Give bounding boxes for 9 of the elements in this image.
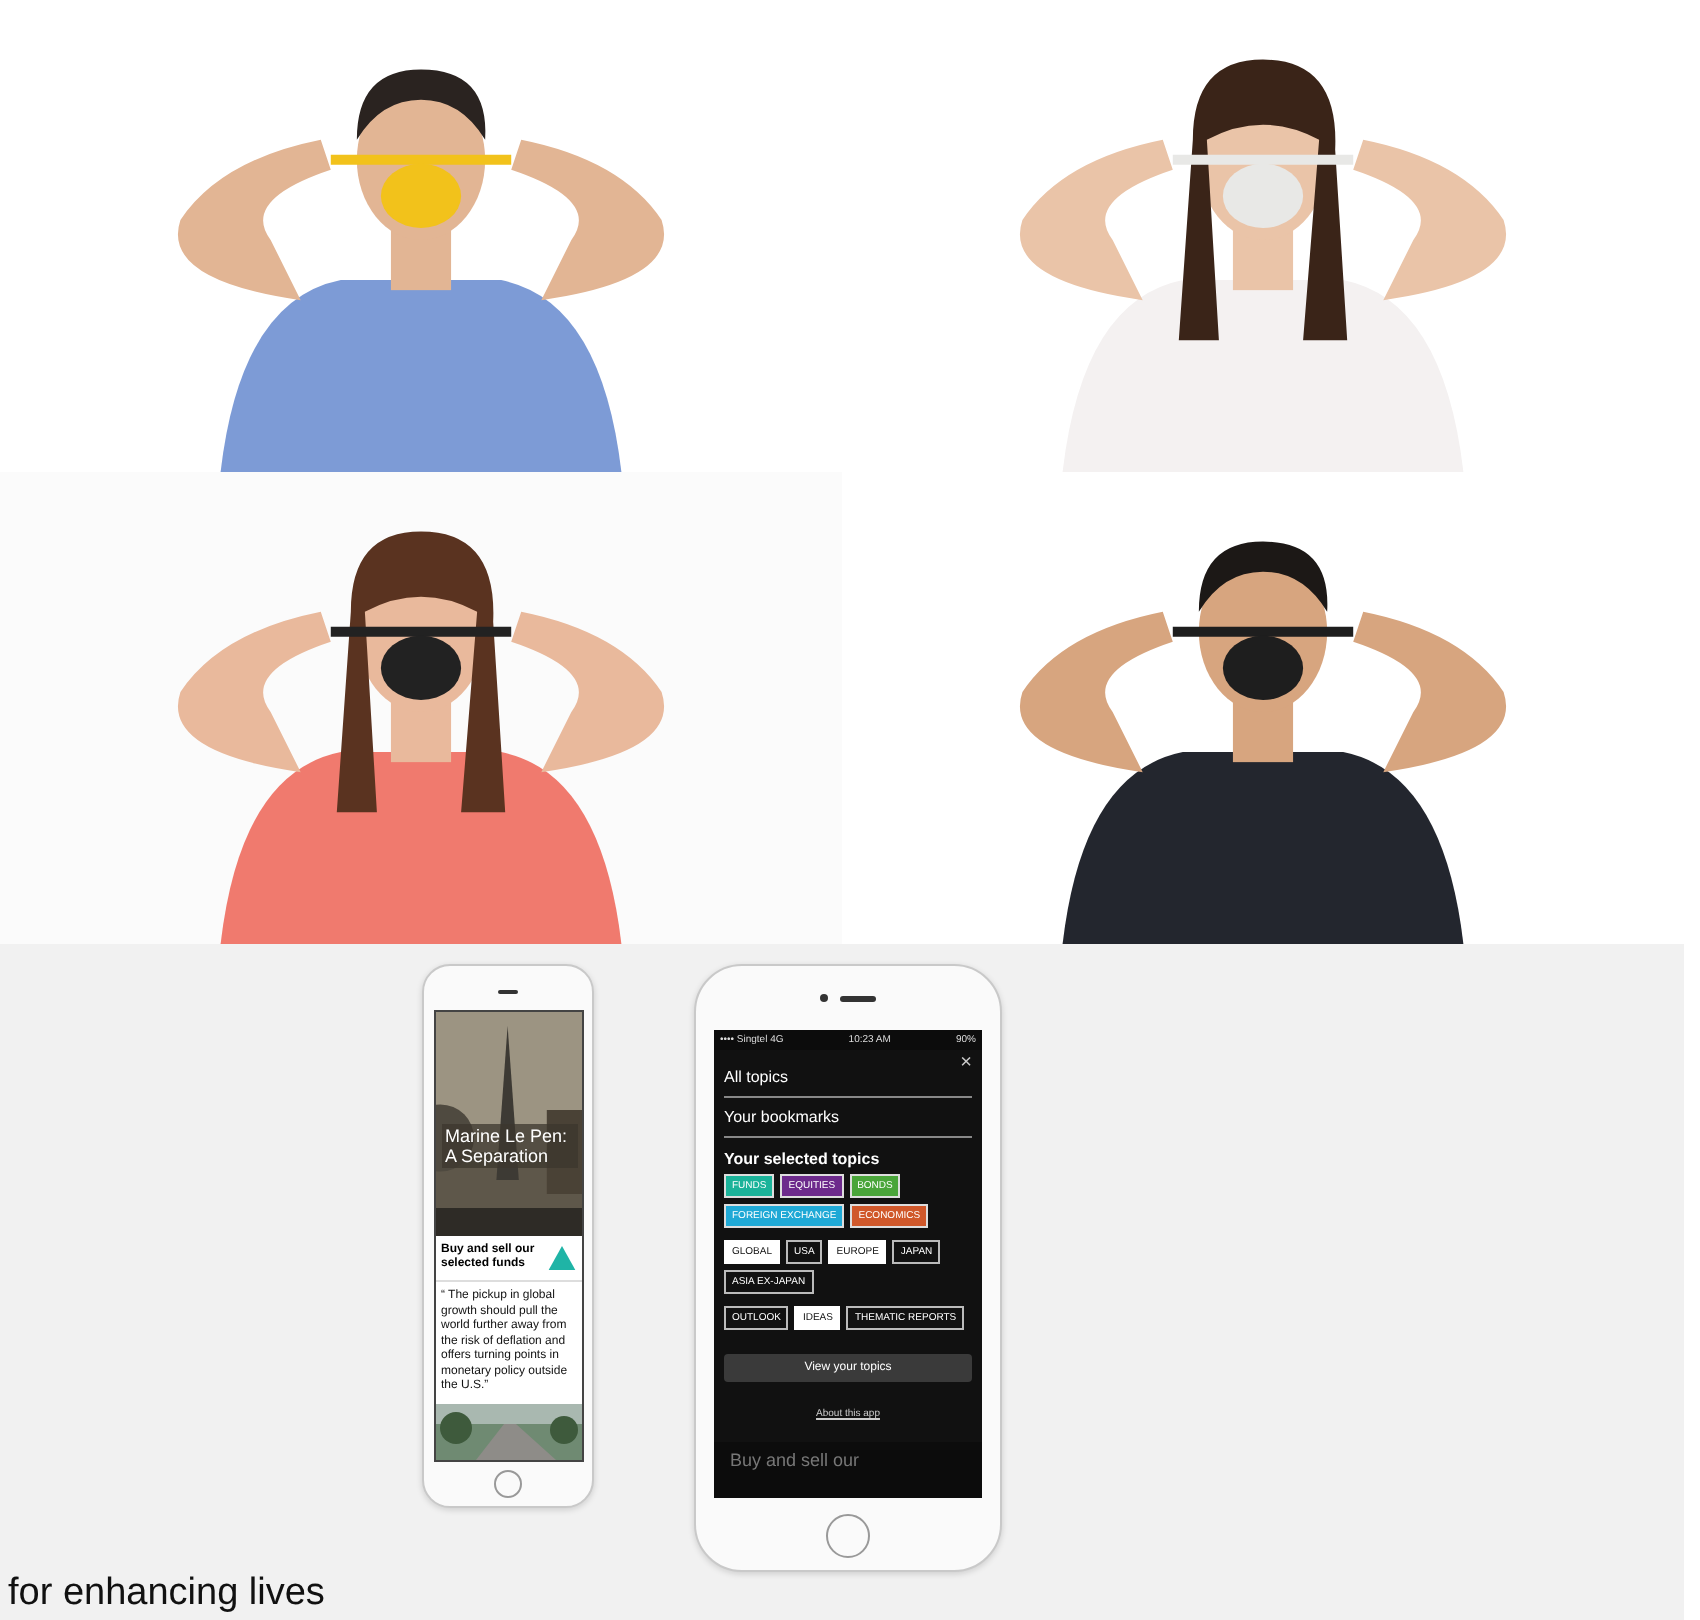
- home-button[interactable]: [494, 1469, 522, 1497]
- close-button[interactable]: ×: [960, 1054, 972, 1074]
- triangle-logo-icon: [547, 1246, 575, 1270]
- article-heading: Buy and sell our: [728, 1448, 862, 1474]
- article-title: Marine Le Pen: A Separation: [441, 1124, 577, 1168]
- section-title: Your selected topics: [724, 1148, 882, 1172]
- home-button[interactable]: [826, 1514, 870, 1558]
- menu-item[interactable]: Your bookmarks: [724, 1098, 972, 1138]
- tagline-text: for enhancing lives: [6, 1572, 327, 1616]
